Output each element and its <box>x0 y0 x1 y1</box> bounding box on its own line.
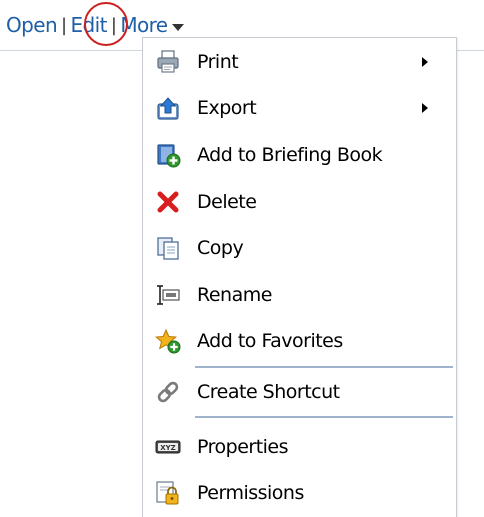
menu-item-label: Print <box>197 50 239 73</box>
menu-item-add-to-briefing-book[interactable]: Add to Briefing Book <box>143 133 458 177</box>
menu-item-label: Export <box>197 96 257 119</box>
menu-item-create-shortcut[interactable]: Create Shortcut <box>143 370 458 414</box>
export-icon <box>157 97 179 120</box>
link-separator: | <box>110 14 117 36</box>
more-label: More <box>120 13 168 37</box>
rename-icon <box>157 285 180 305</box>
add-to-briefing-book-icon <box>157 144 181 168</box>
svg-text:XYZ: XYZ <box>160 444 176 452</box>
copy-icon <box>157 237 179 260</box>
menu-item-copy[interactable]: Copy <box>143 226 458 270</box>
stage: Open | Edit | More Print Export Add to B… <box>0 0 484 517</box>
open-link[interactable]: Open <box>6 13 58 37</box>
menu-item-label: Add to Favorites <box>197 329 343 352</box>
menu-item-rename[interactable]: Rename <box>143 273 458 317</box>
menu-separator <box>195 366 453 368</box>
menu-item-print[interactable]: Print <box>143 40 458 84</box>
menu-item-label: Delete <box>197 190 257 213</box>
properties-icon: XYZ <box>155 440 181 454</box>
menu-item-label: Add to Briefing Book <box>197 143 383 166</box>
menu-separator <box>195 416 453 418</box>
shortcut-link-icon <box>157 381 179 403</box>
action-links: Open | Edit | More <box>6 12 184 38</box>
edit-link[interactable]: Edit <box>71 13 108 37</box>
permissions-lock-icon <box>156 481 179 505</box>
submenu-arrow-icon <box>422 57 428 67</box>
menu-item-label: Copy <box>197 236 244 259</box>
more-menu-button[interactable]: More <box>120 13 184 37</box>
submenu-arrow-icon <box>422 103 428 113</box>
delete-icon <box>157 191 179 213</box>
menu-item-delete[interactable]: Delete <box>143 180 458 224</box>
caret-down-icon <box>171 23 184 31</box>
menu-item-label: Properties <box>197 435 289 458</box>
menu-item-label: Rename <box>197 283 272 306</box>
menu-item-properties[interactable]: XYZ Properties <box>143 425 458 469</box>
menu-item-export[interactable]: Export <box>143 86 458 130</box>
printer-icon <box>157 50 179 73</box>
menu-item-add-to-favorites[interactable]: Add to Favorites <box>143 319 458 363</box>
menu-item-label: Permissions <box>197 481 304 504</box>
more-dropdown-menu: Print Export Add to Briefing Book Delete… <box>142 37 457 517</box>
link-separator: | <box>61 14 67 36</box>
add-to-favorites-icon <box>155 328 181 354</box>
menu-item-permissions[interactable]: Permissions <box>143 471 458 515</box>
menu-item-label: Create Shortcut <box>197 380 340 403</box>
